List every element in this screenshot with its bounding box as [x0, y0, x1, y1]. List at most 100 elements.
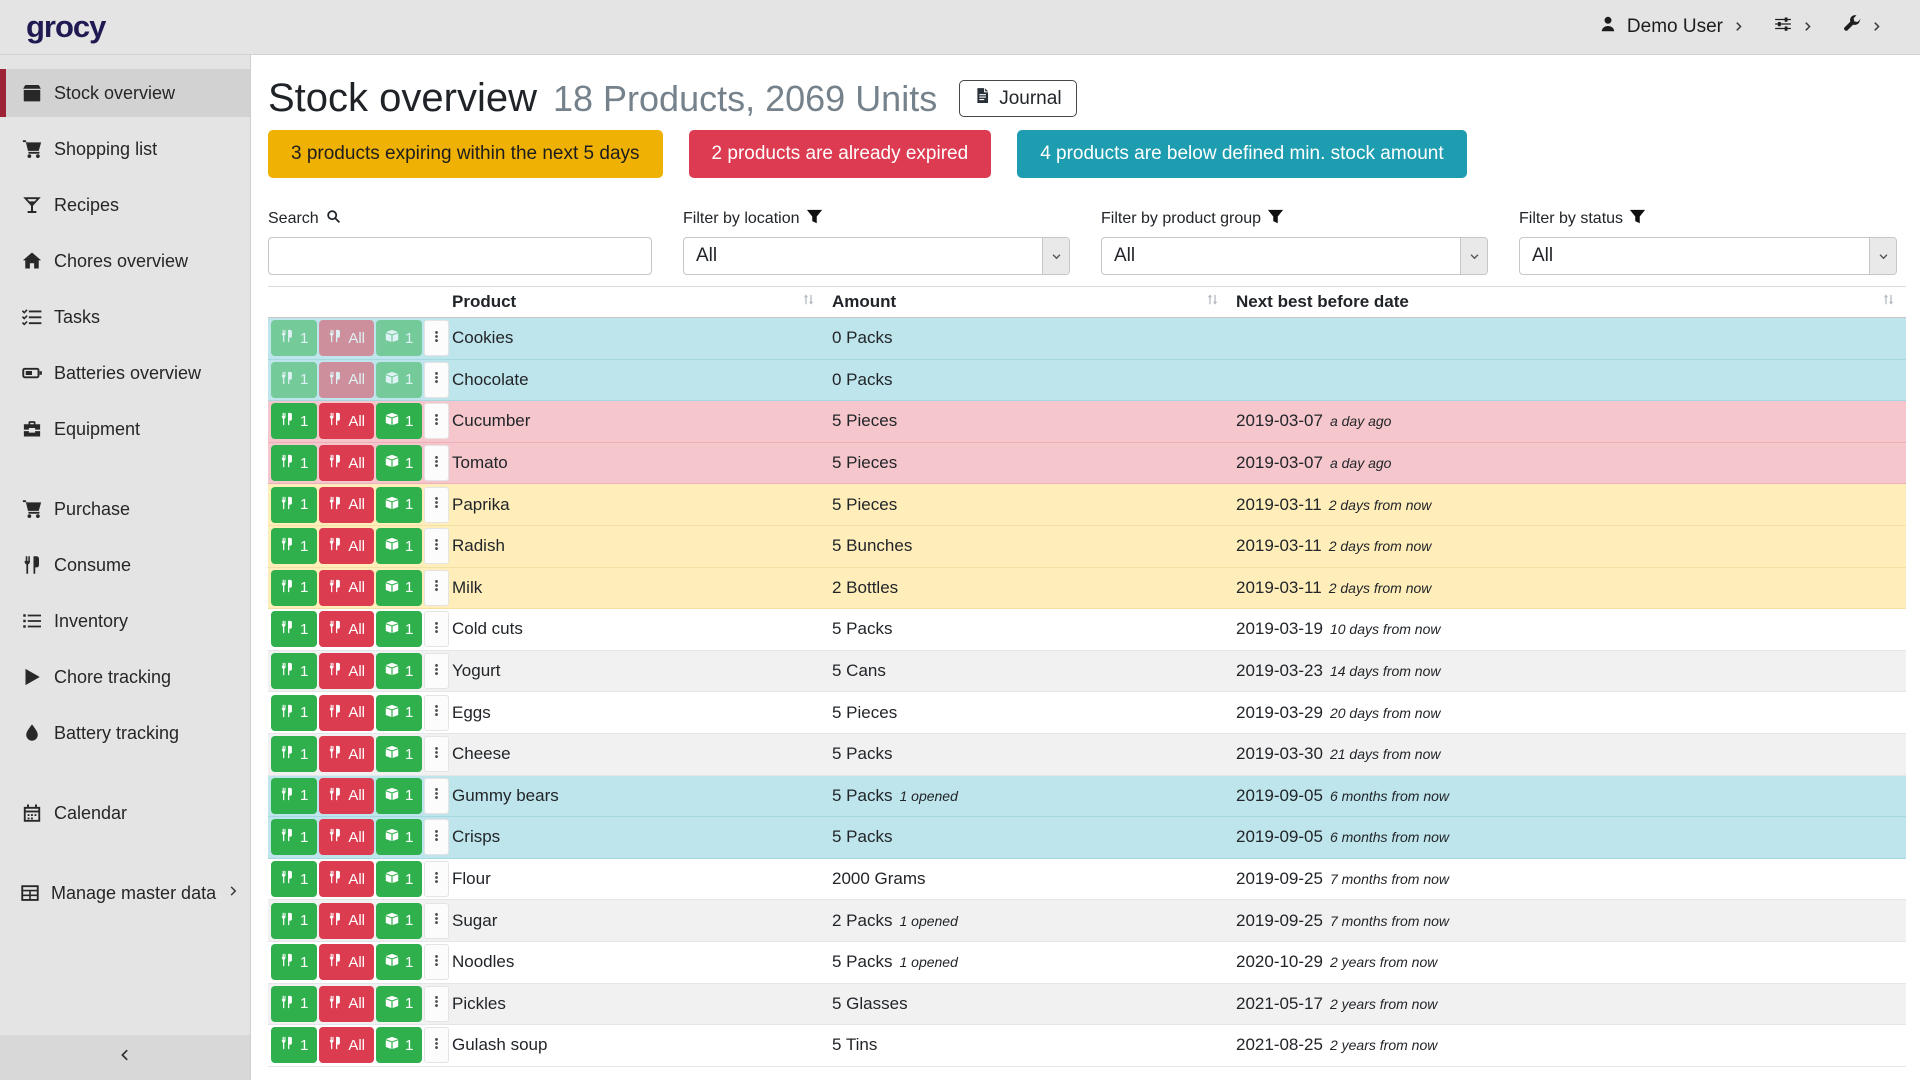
consume-one-button[interactable]: 1 [271, 1027, 317, 1063]
consume-one-button[interactable]: 1 [271, 487, 317, 523]
sidebar-item-chore-tracking[interactable]: Chore tracking [0, 653, 250, 701]
row-menu-button[interactable] [424, 445, 449, 481]
consume-all-button[interactable]: All [319, 1027, 374, 1063]
amount-column-header[interactable]: Amount [826, 287, 1230, 318]
below-min-stock-alert[interactable]: 4 products are below defined min. stock … [1017, 130, 1466, 178]
row-menu-button[interactable] [424, 736, 449, 772]
consume-one-button[interactable]: 1 [271, 903, 317, 939]
row-menu-button[interactable] [424, 362, 449, 398]
row-menu-button[interactable] [424, 944, 449, 980]
consume-all-button[interactable]: All [319, 528, 374, 564]
consume-one-button[interactable]: 1 [271, 819, 317, 855]
sidebar-item-shopping-list[interactable]: Shopping list [0, 125, 250, 173]
consume-all-button[interactable]: All [319, 362, 374, 398]
consume-one-button[interactable]: 1 [271, 570, 317, 606]
open-one-button[interactable]: 1 [376, 861, 422, 897]
row-menu-button[interactable] [424, 1027, 449, 1063]
row-menu-button[interactable] [424, 487, 449, 523]
sidebar-item-purchase[interactable]: Purchase [0, 485, 250, 533]
open-one-button[interactable]: 1 [376, 320, 422, 356]
sidebar-item-batteries-overview[interactable]: Batteries overview [0, 349, 250, 397]
open-one-button[interactable]: 1 [376, 487, 422, 523]
open-one-button[interactable]: 1 [376, 653, 422, 689]
open-one-button[interactable]: 1 [376, 403, 422, 439]
consume-one-button[interactable]: 1 [271, 861, 317, 897]
sidebar-item-manage-master-data[interactable]: Manage master data [0, 869, 250, 917]
open-one-button[interactable]: 1 [376, 944, 422, 980]
consume-one-button[interactable]: 1 [271, 528, 317, 564]
row-menu-button[interactable] [424, 611, 449, 647]
consume-all-button[interactable]: All [319, 403, 374, 439]
row-menu-button[interactable] [424, 903, 449, 939]
open-one-button[interactable]: 1 [376, 986, 422, 1022]
row-menu-button[interactable] [424, 819, 449, 855]
sidebar-collapse-button[interactable] [0, 1035, 250, 1080]
consume-one-button[interactable]: 1 [271, 403, 317, 439]
status-filter-select[interactable]: All [1519, 237, 1897, 275]
row-menu-button[interactable] [424, 570, 449, 606]
location-filter-select[interactable]: All [683, 237, 1070, 275]
consume-all-button[interactable]: All [319, 819, 374, 855]
open-one-button[interactable]: 1 [376, 1027, 422, 1063]
admin-menu[interactable] [1843, 15, 1882, 39]
row-menu-button[interactable] [424, 528, 449, 564]
open-one-button[interactable]: 1 [376, 570, 422, 606]
consume-all-button[interactable]: All [319, 944, 374, 980]
consume-all-button[interactable]: All [319, 487, 374, 523]
sidebar-item-stock-overview[interactable]: Stock overview [0, 69, 250, 117]
consume-one-button[interactable]: 1 [271, 320, 317, 356]
journal-button[interactable]: Journal [959, 80, 1076, 117]
consume-all-button[interactable]: All [319, 695, 374, 731]
open-one-button[interactable]: 1 [376, 778, 422, 814]
sidebar-item-inventory[interactable]: Inventory [0, 597, 250, 645]
sidebar-item-equipment[interactable]: Equipment [0, 405, 250, 453]
consume-all-button[interactable]: All [319, 903, 374, 939]
consume-all-button[interactable]: All [319, 570, 374, 606]
consume-one-button[interactable]: 1 [271, 986, 317, 1022]
open-one-button[interactable]: 1 [376, 445, 422, 481]
product-column-header[interactable]: Product [446, 287, 826, 318]
consume-all-button[interactable]: All [319, 861, 374, 897]
consume-one-button[interactable]: 1 [271, 611, 317, 647]
open-one-button[interactable]: 1 [376, 362, 422, 398]
open-one-button[interactable]: 1 [376, 611, 422, 647]
open-one-button[interactable]: 1 [376, 695, 422, 731]
open-one-button[interactable]: 1 [376, 528, 422, 564]
consume-one-button[interactable]: 1 [271, 736, 317, 772]
row-menu-button[interactable] [424, 653, 449, 689]
sidebar-item-recipes[interactable]: Recipes [0, 181, 250, 229]
row-menu-button[interactable] [424, 403, 449, 439]
consume-one-button[interactable]: 1 [271, 445, 317, 481]
consume-one-button[interactable]: 1 [271, 695, 317, 731]
open-one-button[interactable]: 1 [376, 819, 422, 855]
consume-all-button[interactable]: All [319, 736, 374, 772]
consume-all-button[interactable]: All [319, 778, 374, 814]
product-group-filter-select[interactable]: All [1101, 237, 1488, 275]
expired-alert[interactable]: 2 products are already expired [689, 130, 992, 178]
row-menu-button[interactable] [424, 861, 449, 897]
row-menu-button[interactable] [424, 695, 449, 731]
sidebar-item-calendar[interactable]: Calendar [0, 789, 250, 837]
sidebar-item-battery-tracking[interactable]: Battery tracking [0, 709, 250, 757]
search-input[interactable] [268, 237, 652, 275]
consume-one-button[interactable]: 1 [271, 362, 317, 398]
date-column-header[interactable]: Next best before date [1230, 287, 1906, 318]
consume-all-button[interactable]: All [319, 320, 374, 356]
consume-all-button[interactable]: All [319, 611, 374, 647]
sidebar-item-chores-overview[interactable]: Chores overview [0, 237, 250, 285]
consume-all-button[interactable]: All [319, 445, 374, 481]
row-menu-button[interactable] [424, 778, 449, 814]
settings-menu[interactable] [1774, 15, 1813, 39]
open-one-button[interactable]: 1 [376, 903, 422, 939]
expiring-alert[interactable]: 3 products expiring within the next 5 da… [268, 130, 663, 178]
consume-one-button[interactable]: 1 [271, 778, 317, 814]
user-menu[interactable]: Demo User [1599, 15, 1744, 39]
row-menu-button[interactable] [424, 986, 449, 1022]
consume-all-button[interactable]: All [319, 653, 374, 689]
open-one-button[interactable]: 1 [376, 736, 422, 772]
sidebar-item-consume[interactable]: Consume [0, 541, 250, 589]
row-menu-button[interactable] [424, 320, 449, 356]
consume-one-button[interactable]: 1 [271, 944, 317, 980]
sidebar-item-tasks[interactable]: Tasks [0, 293, 250, 341]
consume-all-button[interactable]: All [319, 986, 374, 1022]
